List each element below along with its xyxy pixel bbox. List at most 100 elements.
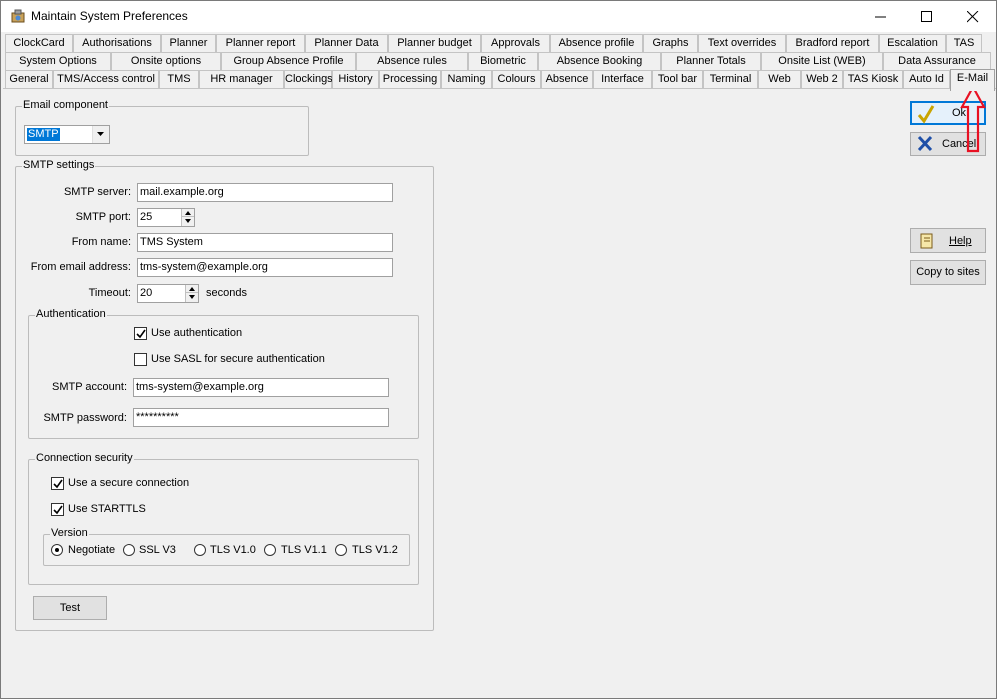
minimize-icon: [875, 16, 886, 18]
tab-graphs[interactable]: Graphs: [643, 34, 698, 52]
timeout-unit: seconds: [206, 287, 247, 299]
radio-tls-v10[interactable]: [194, 544, 206, 556]
smtp-port-stepper[interactable]: 25: [137, 208, 195, 227]
help-button[interactable]: Help: [910, 228, 986, 253]
tab-processing[interactable]: Processing: [379, 70, 441, 88]
smtp-password-input[interactable]: **********: [133, 408, 389, 427]
tab-web-2[interactable]: Web 2: [801, 70, 843, 88]
copy-to-sites-button[interactable]: Copy to sites: [910, 260, 986, 285]
use-sasl-label: Use SASL for secure authentication: [151, 353, 325, 365]
version-legend: Version: [50, 527, 89, 539]
authentication-group: Authentication Use authentication Use SA…: [28, 308, 419, 439]
checkmark-icon: [917, 105, 935, 124]
radio-dot: [55, 548, 59, 552]
tab-terminal[interactable]: Terminal: [703, 70, 758, 88]
tab-planner-totals[interactable]: Planner Totals: [661, 52, 761, 70]
tab-clockings[interactable]: Clockings: [284, 70, 333, 88]
tab-auto-id[interactable]: Auto Id: [903, 70, 950, 88]
use-authentication-label: Use authentication: [151, 327, 243, 339]
radio-tls-v12[interactable]: [335, 544, 347, 556]
tab-history[interactable]: History: [332, 70, 379, 88]
tab-hr-manager[interactable]: HR manager: [199, 70, 284, 88]
smtp-password-label: SMTP password:: [43, 412, 127, 424]
tab-naming[interactable]: Naming: [441, 70, 492, 88]
email-component-value: SMTP: [27, 128, 60, 141]
tab-authorisations[interactable]: Authorisations: [73, 34, 161, 52]
tab-tms[interactable]: TMS: [159, 70, 199, 88]
timeout-stepper[interactable]: 20: [137, 284, 199, 303]
tab-planner-data[interactable]: Planner Data: [305, 34, 388, 52]
tab-group-absence-profile[interactable]: Group Absence Profile: [221, 52, 356, 70]
smtp-server-input[interactable]: mail.example.org: [137, 183, 393, 202]
dropdown-button[interactable]: [92, 126, 109, 143]
checkmark-icon: [136, 329, 146, 339]
tab-onsite-list-web[interactable]: Onsite List (WEB): [761, 52, 883, 70]
radio-ssl-v3-label: SSL V3: [139, 544, 176, 556]
spin-buttons[interactable]: [181, 209, 194, 226]
tab-data-assurance[interactable]: Data Assurance: [883, 52, 991, 70]
tab-biometric[interactable]: Biometric: [468, 52, 538, 70]
radio-negotiate[interactable]: [51, 544, 63, 556]
maximize-button[interactable]: [904, 1, 950, 32]
tab-clockcard[interactable]: ClockCard: [5, 34, 73, 52]
smtp-port-value: 25: [140, 211, 153, 223]
tab-escalation[interactable]: Escalation: [879, 34, 946, 52]
tab-tas-kiosk[interactable]: TAS Kiosk: [843, 70, 903, 88]
radio-ssl-v3[interactable]: [123, 544, 135, 556]
smtp-account-input[interactable]: tms-system@example.org: [133, 378, 389, 397]
help-label: Help: [949, 235, 972, 247]
tab-absence-profile[interactable]: Absence profile: [550, 34, 643, 52]
secure-connection-label: Use a secure connection: [68, 477, 190, 489]
use-sasl-checkbox[interactable]: [134, 353, 147, 366]
email-component-select[interactable]: SMTP: [24, 125, 110, 144]
email-component-legend: Email component: [22, 99, 109, 111]
chevron-down-icon: [97, 132, 104, 136]
radio-tls-v11[interactable]: [264, 544, 276, 556]
maximize-icon: [921, 11, 932, 22]
tab-colours[interactable]: Colours: [492, 70, 541, 88]
tab-planner[interactable]: Planner: [161, 34, 216, 52]
tab-text-overrides[interactable]: Text overrides: [698, 34, 786, 52]
annotation-arrow-icon: [960, 85, 986, 153]
spin-down-icon[interactable]: [186, 293, 198, 301]
radio-negotiate-label: Negotiate: [68, 544, 116, 556]
secure-connection-checkbox[interactable]: [51, 477, 64, 490]
from-email-input[interactable]: tms-system@example.org: [137, 258, 393, 277]
close-button[interactable]: [950, 1, 996, 32]
tab-approvals[interactable]: Approvals: [481, 34, 550, 52]
window-title: Maintain System Preferences: [31, 9, 188, 23]
version-group: Version Negotiate SSL V3 TLS V1.0 TLS V1…: [43, 527, 410, 566]
spin-down-icon[interactable]: [182, 217, 194, 225]
spin-buttons[interactable]: [185, 285, 198, 302]
tab-e-mail[interactable]: E-Mail: [950, 69, 995, 91]
tab-tms-access-control[interactable]: TMS/Access control: [53, 70, 159, 88]
tab-absence-booking[interactable]: Absence Booking: [538, 52, 661, 70]
tab-bradford-report[interactable]: Bradford report: [786, 34, 879, 52]
radio-tls-v12-label: TLS V1.2: [352, 544, 398, 556]
minimize-button[interactable]: [858, 1, 904, 32]
tab-interface[interactable]: Interface: [593, 70, 652, 88]
tab-planner-report[interactable]: Planner report: [216, 34, 305, 52]
timeout-label: Timeout:: [88, 287, 131, 299]
tab-system-options[interactable]: System Options: [5, 52, 111, 70]
timeout-value: 20: [140, 287, 153, 299]
tab-planner-budget[interactable]: Planner budget: [388, 34, 481, 52]
tab-web[interactable]: Web: [758, 70, 801, 88]
spin-up-icon[interactable]: [182, 209, 194, 217]
tab-onsite-options[interactable]: Onsite options: [111, 52, 221, 70]
tab-absence-rules[interactable]: Absence rules: [356, 52, 468, 70]
tab-tas[interactable]: TAS: [946, 34, 982, 52]
tab-absence[interactable]: Absence: [541, 70, 593, 88]
tab-general[interactable]: General: [5, 70, 53, 88]
radio-tls-v11-label: TLS V1.1: [281, 544, 327, 556]
from-name-label: From name:: [71, 236, 131, 248]
from-name-input[interactable]: TMS System: [137, 233, 393, 252]
checkmark-icon: [53, 505, 63, 515]
use-authentication-checkbox[interactable]: [134, 327, 147, 340]
test-button[interactable]: Test: [33, 596, 107, 620]
tab-tool-bar[interactable]: Tool bar: [652, 70, 703, 88]
smtp-account-label: SMTP account:: [52, 381, 127, 393]
spin-up-icon[interactable]: [186, 285, 198, 293]
smtp-settings-legend: SMTP settings: [22, 159, 96, 171]
starttls-checkbox[interactable]: [51, 503, 64, 516]
